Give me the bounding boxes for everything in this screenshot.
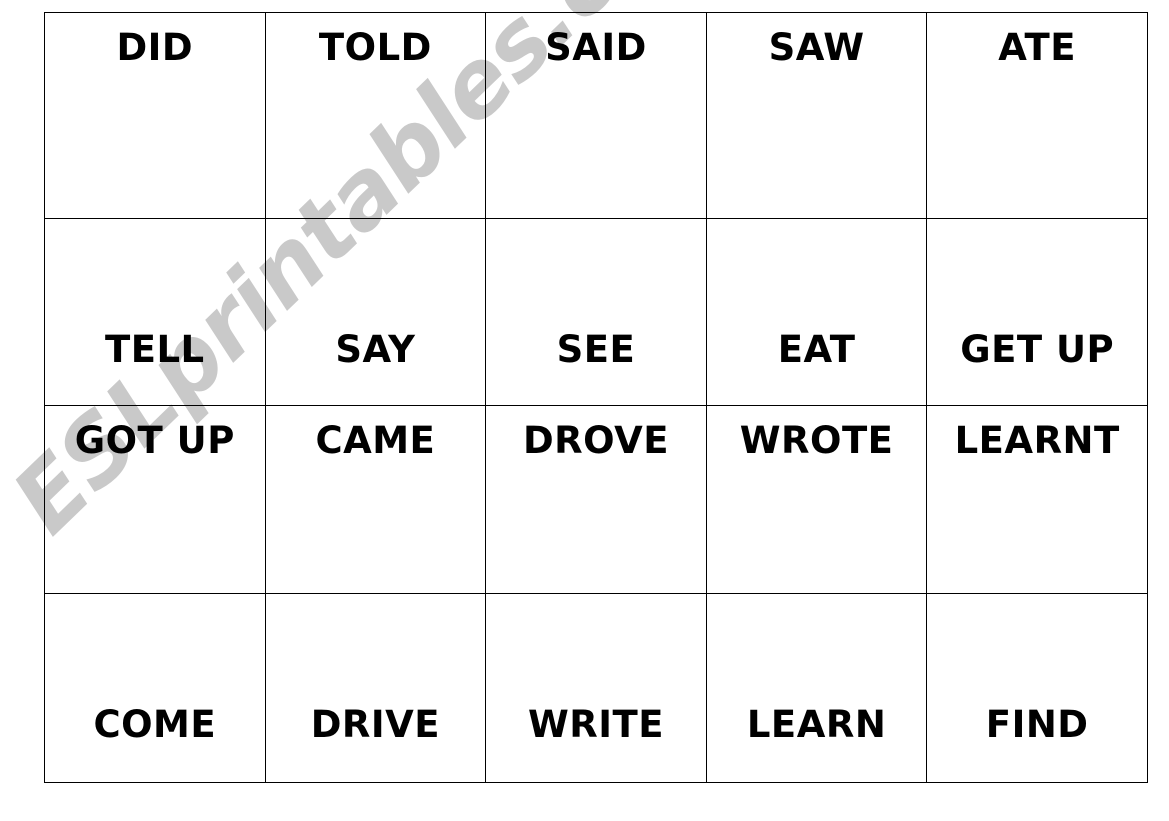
verb-word: SAW — [768, 26, 865, 69]
verb-card-cell[interactable]: COME — [44, 593, 266, 783]
verb-card-cell[interactable]: SEE — [485, 218, 707, 406]
verb-card-cell[interactable]: GET UP — [926, 218, 1148, 406]
verb-card-cell[interactable]: ATE — [926, 12, 1148, 219]
verb-card-cell[interactable]: LEARN — [705, 593, 928, 783]
verb-word: DROVE — [522, 419, 670, 462]
verb-word: CAME — [315, 419, 436, 462]
verb-word: WRITE — [527, 703, 665, 746]
verb-card-cell[interactable]: TELL — [44, 218, 266, 406]
verb-card-cell[interactable]: DID — [44, 12, 266, 219]
verb-card-cell[interactable]: SAID — [485, 12, 707, 219]
verb-card-cell[interactable]: WRITE — [485, 593, 707, 783]
verb-card-cell[interactable]: WROTE — [705, 405, 928, 594]
verb-card-cell[interactable]: GOT UP — [44, 405, 266, 594]
verb-word: LEARNT — [954, 419, 1120, 462]
verb-word: TOLD — [318, 26, 432, 69]
verb-cards-body: DID TOLD SAID SAW ATE TELL SAY SEE EAT G… — [44, 12, 1148, 783]
verb-card-cell[interactable]: SAY — [264, 218, 487, 406]
table-row: GOT UP CAME DROVE WROTE LEARNT — [44, 405, 1148, 594]
verb-word: COME — [93, 703, 217, 746]
verb-word: ATE — [998, 26, 1077, 69]
verb-word: DID — [116, 26, 194, 69]
verb-word: LEARN — [746, 703, 887, 746]
verb-word: FIND — [985, 703, 1089, 746]
verb-word: DRIVE — [310, 703, 441, 746]
verb-word: WROTE — [739, 419, 894, 462]
verb-word: SEE — [556, 328, 636, 371]
verb-word: SAY — [335, 328, 416, 371]
verb-cards-table: DID TOLD SAID SAW ATE TELL SAY SEE EAT G… — [44, 12, 1148, 783]
verb-word: GET UP — [960, 328, 1115, 371]
verb-card-cell[interactable]: DROVE — [485, 405, 707, 594]
table-row: COME DRIVE WRITE LEARN FIND — [44, 593, 1148, 783]
verb-word: TELL — [104, 328, 205, 371]
verb-card-cell[interactable]: DRIVE — [264, 593, 487, 783]
verb-card-cell[interactable]: SAW — [705, 12, 928, 219]
table-row: DID TOLD SAID SAW ATE — [44, 12, 1148, 219]
verb-word: EAT — [777, 328, 856, 371]
verb-card-cell[interactable]: CAME — [264, 405, 487, 594]
verb-card-cell[interactable]: TOLD — [264, 12, 487, 219]
verb-card-cell[interactable]: LEARNT — [926, 405, 1148, 594]
verb-word: SAID — [545, 26, 647, 69]
verb-word: GOT UP — [74, 419, 235, 462]
worksheet-page: ESLprintables.com DID TOLD SAID SAW ATE — [0, 0, 1169, 821]
table-row: TELL SAY SEE EAT GET UP — [44, 218, 1148, 406]
verb-card-cell[interactable]: FIND — [926, 593, 1148, 783]
verb-card-cell[interactable]: EAT — [705, 218, 928, 406]
